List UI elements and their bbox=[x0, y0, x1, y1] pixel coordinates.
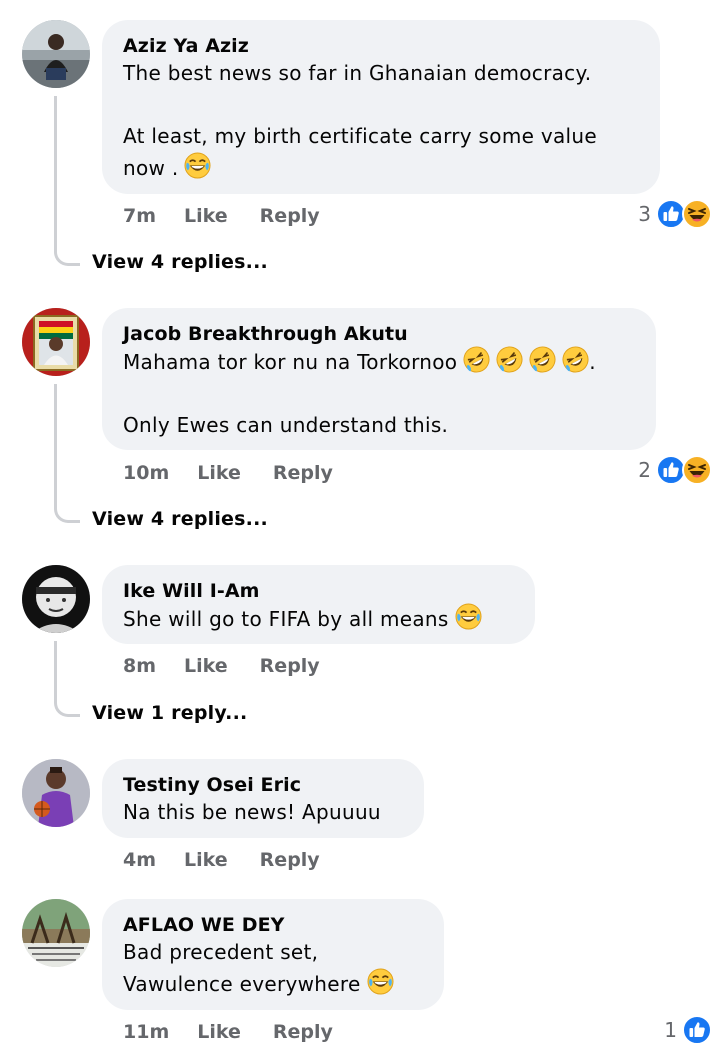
avatar[interactable] bbox=[22, 899, 90, 967]
rofl-emoji-icon bbox=[562, 346, 589, 373]
comment-bubble: Jacob Breakthrough Akutu Mahama tor kor … bbox=[102, 308, 656, 450]
comment-bubble: Testiny Osei Eric Na this be news! Apuuu… bbox=[102, 759, 424, 838]
comment-text: now . bbox=[123, 156, 179, 180]
comment-timestamp[interactable]: 10m bbox=[123, 462, 169, 484]
reaction-count: 2 bbox=[638, 458, 651, 482]
tears-of-joy-emoji-icon bbox=[367, 968, 394, 995]
comment-text: Only Ewes can understand this. bbox=[123, 413, 449, 437]
tears-of-joy-emoji-icon bbox=[184, 152, 211, 179]
comment-text: Mahama tor kor nu na Torkornoo bbox=[123, 350, 458, 374]
reply-button[interactable]: Reply bbox=[273, 462, 333, 484]
comment-bubble: Aziz Ya Aziz The best news so far in Gha… bbox=[102, 20, 660, 194]
reply-button[interactable]: Reply bbox=[273, 1021, 333, 1043]
reply-button[interactable]: Reply bbox=[260, 655, 320, 677]
reaction-summary[interactable]: 3 bbox=[638, 199, 712, 229]
comment-actions: 10m Like Reply bbox=[123, 462, 333, 484]
comment-bubble: AFLAO WE DEY Bad precedent set, Vawulenc… bbox=[102, 899, 444, 1010]
comment-text: Na this be news! Apuuuu bbox=[123, 800, 381, 824]
like-button[interactable]: Like bbox=[197, 462, 241, 484]
rofl-emoji-icon bbox=[463, 346, 490, 373]
comment-timestamp[interactable]: 8m bbox=[123, 655, 156, 677]
comment-actions: 4m Like Reply bbox=[123, 849, 320, 871]
avatar[interactable] bbox=[22, 565, 90, 633]
haha-reaction-icon bbox=[682, 199, 712, 229]
comment-timestamp[interactable]: 11m bbox=[123, 1021, 169, 1043]
view-replies-link[interactable]: View 4 replies... bbox=[92, 508, 268, 530]
comment-timestamp[interactable]: 4m bbox=[123, 849, 156, 871]
comment-author[interactable]: Aziz Ya Aziz bbox=[123, 34, 638, 58]
rofl-emoji-icon bbox=[496, 346, 523, 373]
comment-author[interactable]: Jacob Breakthrough Akutu bbox=[123, 322, 634, 346]
like-button[interactable]: Like bbox=[184, 205, 228, 227]
view-replies-link[interactable]: View 1 reply... bbox=[92, 702, 247, 724]
comment-text: Bad precedent set, bbox=[123, 940, 319, 964]
thread-line bbox=[54, 96, 80, 266]
like-button[interactable]: Like bbox=[184, 849, 228, 871]
comment-text-line: now . bbox=[123, 152, 638, 184]
like-button[interactable]: Like bbox=[184, 655, 228, 677]
comment-text-line: Mahama tor kor nu na Torkornoo. bbox=[123, 346, 634, 378]
like-reaction-icon bbox=[682, 1015, 712, 1045]
comment-bubble: Ike Will I-Am She will go to FIFA by all… bbox=[102, 565, 535, 644]
comment-text: Vawulence everywhere bbox=[123, 972, 361, 996]
avatar[interactable] bbox=[22, 20, 90, 88]
tears-of-joy-emoji-icon bbox=[455, 603, 482, 630]
like-button[interactable]: Like bbox=[197, 1021, 241, 1043]
reply-button[interactable]: Reply bbox=[260, 205, 320, 227]
comment-timestamp[interactable]: 7m bbox=[123, 205, 156, 227]
thread-line bbox=[54, 641, 80, 717]
thread-line bbox=[54, 384, 80, 523]
comment-text-line: Vawulence everywhere bbox=[123, 968, 422, 1000]
comment-text: She will go to FIFA by all means bbox=[123, 607, 449, 631]
reaction-count: 1 bbox=[664, 1018, 677, 1042]
rofl-emoji-icon bbox=[529, 346, 556, 373]
comment-text-line: She will go to FIFA by all means bbox=[123, 603, 513, 635]
avatar[interactable] bbox=[22, 759, 90, 827]
comment-actions: 8m Like Reply bbox=[123, 655, 320, 677]
comment-author[interactable]: Ike Will I-Am bbox=[123, 579, 513, 603]
comment-actions: 7m Like Reply bbox=[123, 205, 320, 227]
reply-button[interactable]: Reply bbox=[260, 849, 320, 871]
reaction-summary[interactable]: 2 bbox=[638, 455, 712, 485]
comment-text: At least, my birth certificate carry som… bbox=[123, 124, 597, 148]
reaction-count: 3 bbox=[638, 202, 651, 226]
avatar[interactable] bbox=[22, 308, 90, 376]
haha-reaction-icon bbox=[682, 455, 712, 485]
comment-actions: 11m Like Reply bbox=[123, 1021, 333, 1043]
comment-author[interactable]: AFLAO WE DEY bbox=[123, 913, 422, 937]
comment-text: The best news so far in Ghanaian democra… bbox=[123, 61, 592, 85]
reaction-summary[interactable]: 1 bbox=[664, 1015, 712, 1045]
view-replies-link[interactable]: View 4 replies... bbox=[92, 251, 268, 273]
comment-author[interactable]: Testiny Osei Eric bbox=[123, 773, 402, 797]
